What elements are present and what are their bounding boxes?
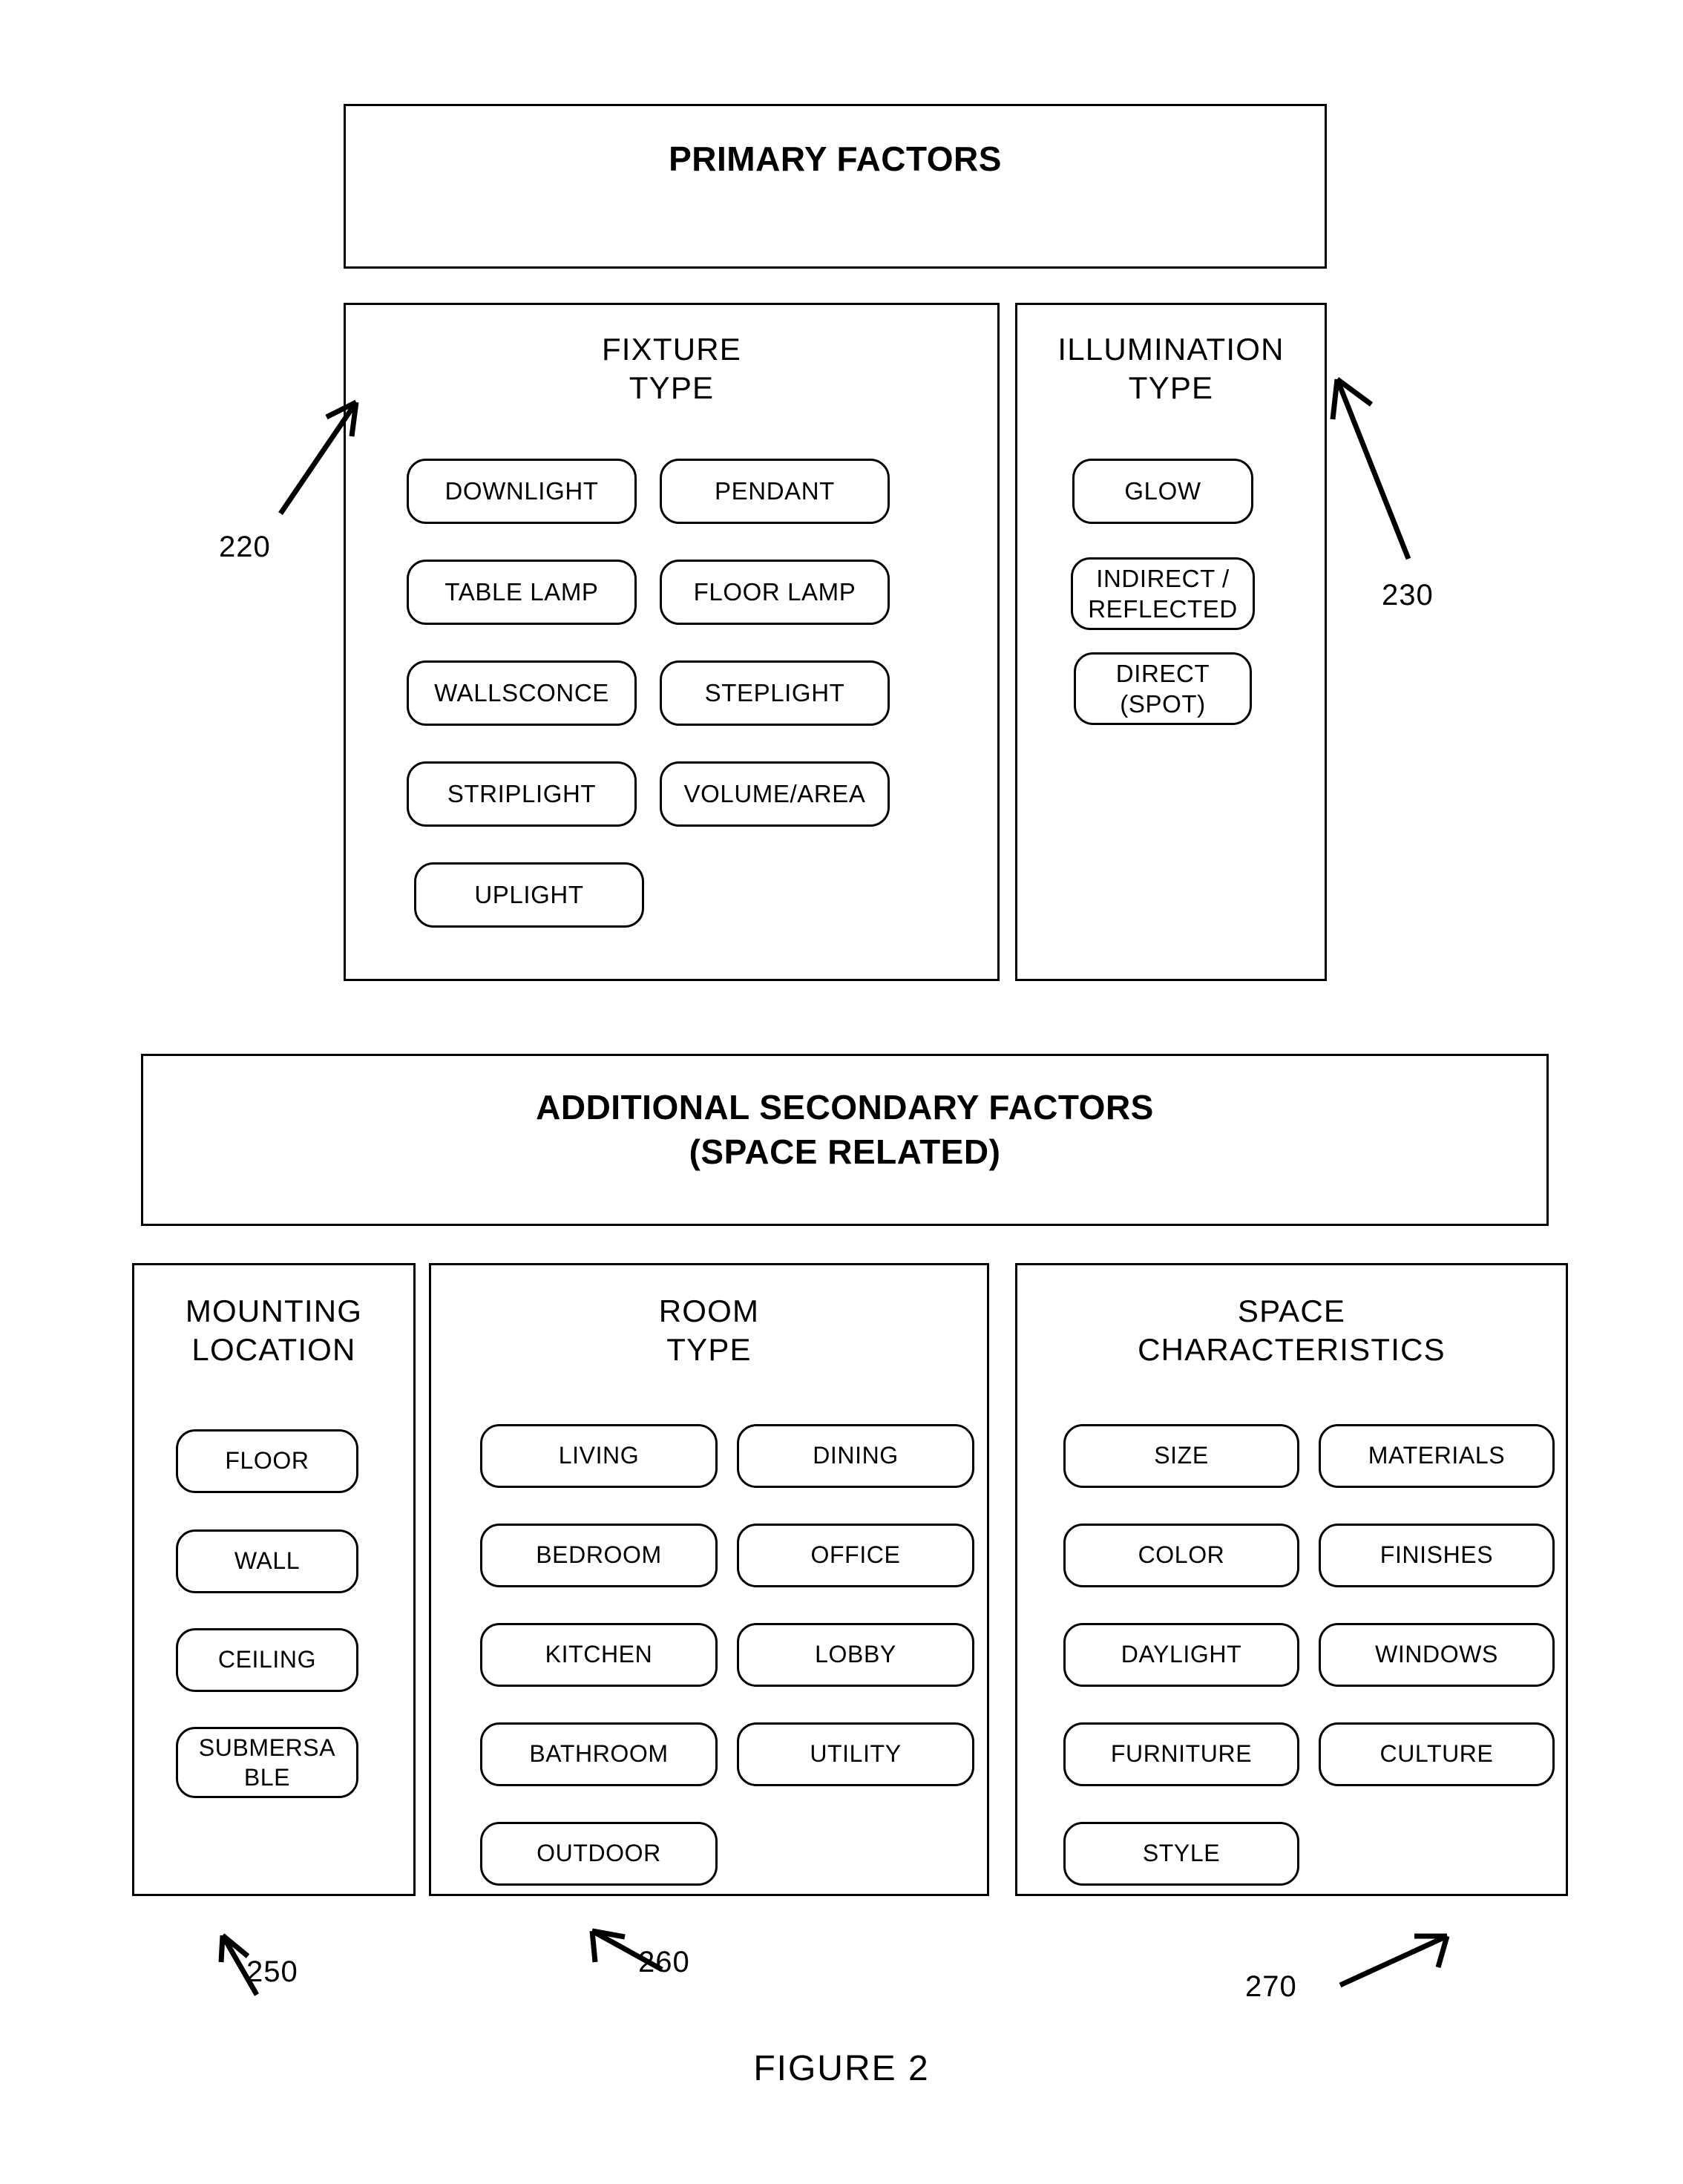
reference-numeral-270: 270 — [1245, 1970, 1297, 2003]
room-type-title-line2: TYPE — [666, 1332, 752, 1367]
primary-factors-title: PRIMARY FACTORS — [669, 140, 1002, 178]
space-characteristics-title-line1: SPACE — [1237, 1293, 1346, 1328]
illumination-type-title-line2: TYPE — [1128, 370, 1214, 405]
room-pill-outdoor[interactable]: OUTDOOR — [480, 1822, 718, 1886]
fixture-pill-volume-area[interactable]: VOLUME/AREA — [660, 761, 890, 827]
figure-caption: FIGURE 2 — [753, 2049, 930, 2088]
illumination-pill-indirect-line2: REFLECTED — [1088, 595, 1238, 623]
fixture-pill-steplight[interactable]: STEPLIGHT — [660, 660, 890, 726]
space-pill-windows[interactable]: WINDOWS — [1319, 1623, 1555, 1687]
secondary-factors-title-line2: (SPACE RELATED) — [689, 1132, 1001, 1171]
reference-numeral-230: 230 — [1382, 579, 1434, 611]
room-type-group: ROOM TYPE LIVING DINING BEDROOM OFFICE K… — [429, 1263, 989, 1896]
reference-numeral-220: 220 — [219, 531, 271, 563]
room-pill-living[interactable]: LIVING — [480, 1424, 718, 1488]
reference-arrow-270 — [1339, 1933, 1450, 1988]
fixture-pill-uplight[interactable]: UPLIGHT — [414, 862, 644, 928]
fixture-pill-downlight[interactable]: DOWNLIGHT — [407, 459, 637, 524]
space-pill-finishes[interactable]: FINISHES — [1319, 1524, 1555, 1587]
fixture-type-title-line2: TYPE — [629, 370, 715, 405]
reference-arrow-260 — [589, 1928, 663, 1973]
reference-arrow-230 — [1330, 377, 1411, 560]
mounting-pill-wall-label: WALL — [234, 1547, 301, 1575]
space-pill-daylight[interactable]: DAYLIGHT — [1063, 1623, 1299, 1687]
space-pill-style[interactable]: STYLE — [1063, 1822, 1299, 1886]
mounting-pill-ceiling[interactable]: CEILING — [176, 1628, 358, 1692]
space-characteristics-group: SPACE CHARACTERISTICS SIZE MATERIALS COL… — [1015, 1263, 1568, 1896]
mounting-location-title-line1: MOUNTING — [185, 1293, 363, 1328]
mounting-pill-floor[interactable]: FLOOR — [176, 1429, 358, 1493]
illumination-pill-glow[interactable]: GLOW — [1072, 459, 1253, 524]
room-pill-utility[interactable]: UTILITY — [737, 1722, 974, 1786]
secondary-factors-title-line1: ADDITIONAL SECONDARY FACTORS — [536, 1088, 1154, 1127]
mounting-pill-wall[interactable]: WALL — [176, 1529, 358, 1593]
mounting-location-group: MOUNTING LOCATION FLOOR WALL CEILING SUB… — [132, 1263, 416, 1896]
fixture-type-group: FIXTURE TYPE DOWNLIGHT PENDANT TABLE LAM… — [344, 303, 1000, 981]
mounting-location-title-line2: LOCATION — [191, 1332, 356, 1367]
mounting-pill-ceiling-label: CEILING — [217, 1646, 317, 1673]
space-pill-size[interactable]: SIZE — [1063, 1424, 1299, 1488]
fixture-pill-floor-lamp[interactable]: FLOOR LAMP — [660, 560, 890, 625]
mounting-pill-submersable-line2: BLE — [243, 1764, 291, 1791]
illumination-type-title-line1: ILLUMINATION — [1057, 332, 1285, 367]
fixture-pill-wallsconce[interactable]: WALLSCONCE — [407, 660, 637, 726]
patent-figure-page: PRIMARY FACTORS FIXTURE TYPE DOWNLIGHT P… — [0, 0, 1683, 2184]
primary-factors-banner: PRIMARY FACTORS — [344, 104, 1327, 269]
room-pill-bedroom[interactable]: BEDROOM — [480, 1524, 718, 1587]
space-pill-color[interactable]: COLOR — [1063, 1524, 1299, 1587]
room-pill-bathroom[interactable]: BATHROOM — [480, 1722, 718, 1786]
illumination-pill-direct-line2: (SPOT) — [1120, 690, 1206, 718]
room-pill-lobby[interactable]: LOBBY — [737, 1623, 974, 1687]
space-pill-furniture[interactable]: FURNITURE — [1063, 1722, 1299, 1786]
room-pill-office[interactable]: OFFICE — [737, 1524, 974, 1587]
mounting-pill-submersable[interactable]: SUBMERSA BLE — [176, 1727, 358, 1798]
space-characteristics-title-line2: CHARACTERISTICS — [1138, 1332, 1446, 1367]
room-pill-dining[interactable]: DINING — [737, 1424, 974, 1488]
illumination-type-group: ILLUMINATION TYPE GLOW INDIRECT / REFLEC… — [1015, 303, 1327, 981]
illumination-pill-direct-line1: DIRECT — [1115, 659, 1210, 687]
illumination-pill-indirect-reflected[interactable]: INDIRECT / REFLECTED — [1071, 557, 1255, 630]
fixture-pill-striplight[interactable]: STRIPLIGHT — [407, 761, 637, 827]
fixture-pill-pendant[interactable]: PENDANT — [660, 459, 890, 524]
reference-arrow-250 — [218, 1933, 260, 1996]
room-type-title-line1: ROOM — [658, 1293, 760, 1328]
fixture-type-title-line1: FIXTURE — [601, 332, 742, 367]
mounting-pill-floor-label: FLOOR — [225, 1447, 309, 1475]
space-pill-culture[interactable]: CULTURE — [1319, 1722, 1555, 1786]
reference-arrow-220 — [278, 399, 359, 515]
space-pill-materials[interactable]: MATERIALS — [1319, 1424, 1555, 1488]
secondary-factors-banner: ADDITIONAL SECONDARY FACTORS (SPACE RELA… — [141, 1054, 1549, 1226]
illumination-pill-glow-label: GLOW — [1124, 476, 1201, 505]
mounting-pill-submersable-line1: SUBMERSA — [198, 1734, 336, 1761]
illumination-pill-indirect-line1: INDIRECT / — [1096, 564, 1230, 592]
illumination-pill-direct-spot[interactable]: DIRECT (SPOT) — [1074, 652, 1252, 725]
room-pill-kitchen[interactable]: KITCHEN — [480, 1623, 718, 1687]
fixture-pill-table-lamp[interactable]: TABLE LAMP — [407, 560, 637, 625]
